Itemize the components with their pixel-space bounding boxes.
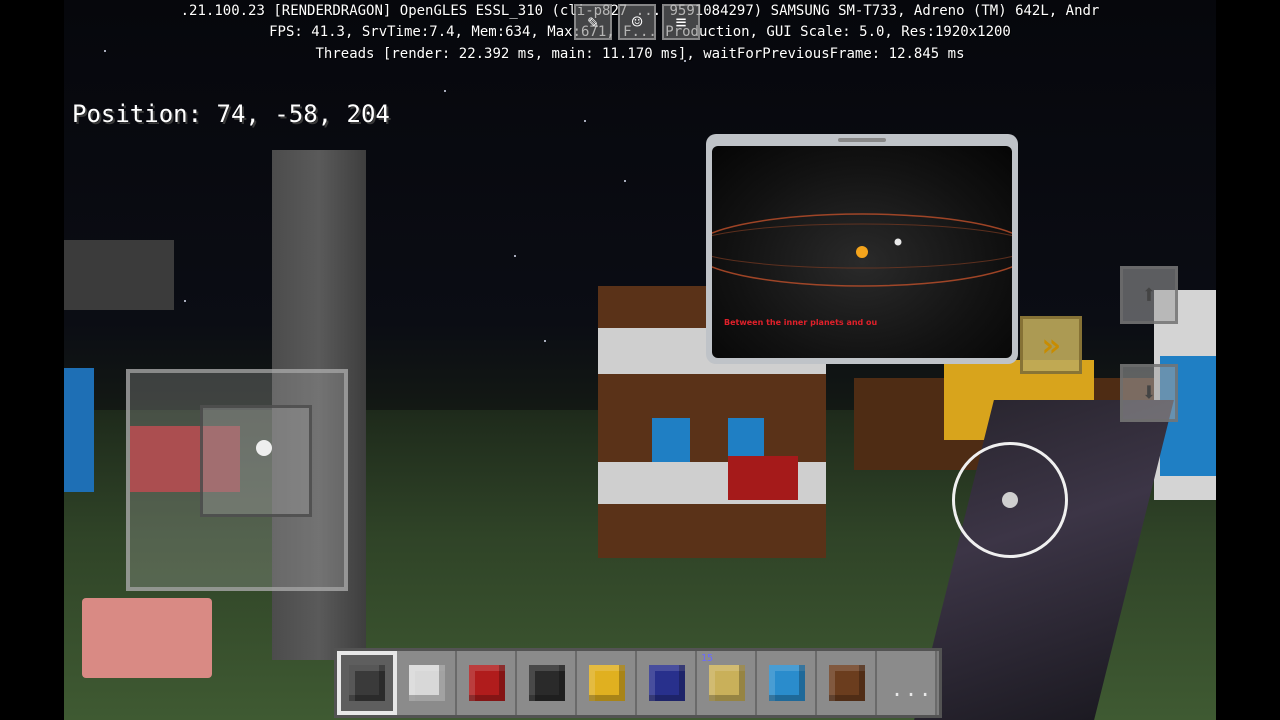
game-frame: .21.100.23 [RENDERDRAGON] OpenGLES ESSL_…	[0, 0, 1280, 720]
position-readout: Position: 74, -58, 204	[72, 100, 390, 128]
skip-button[interactable]: »	[1020, 316, 1082, 374]
hotbar-slot-4[interactable]	[517, 651, 577, 715]
fly-down-button[interactable]: ⬇	[1120, 364, 1178, 422]
hotbar-more-button[interactable]: ...	[877, 651, 937, 715]
fly-up-icon: ⬆	[1141, 280, 1157, 310]
emote-icon[interactable]: ☺	[618, 4, 656, 40]
skip-icon: »	[1041, 326, 1061, 364]
joystick-knob[interactable]	[200, 405, 312, 517]
blue-wool-icon	[649, 665, 685, 701]
light-blue-wool-icon	[769, 665, 805, 701]
video-drag-handle[interactable]	[838, 138, 886, 142]
hotbar-slot-1[interactable]	[337, 651, 397, 715]
gray-block	[64, 240, 174, 310]
hotbar-slot-2[interactable]	[397, 651, 457, 715]
hotbar-slot-3[interactable]	[457, 651, 517, 715]
brown-wool-icon	[829, 665, 865, 701]
item-count: 15	[701, 653, 714, 664]
grappling-hook-icon	[349, 665, 385, 701]
hotbar-slot-5[interactable]	[577, 651, 637, 715]
joystick-center-dot	[256, 440, 272, 456]
white-wool-icon	[409, 665, 445, 701]
pause-menu-icon[interactable]: ≡	[662, 4, 700, 40]
fly-up-button[interactable]: ⬆	[1120, 266, 1178, 324]
fly-down-icon: ⬇	[1141, 378, 1157, 408]
top-controls: ✎ ☺ ≡	[574, 4, 700, 40]
hotbar: 15 ...	[334, 648, 942, 718]
crosshair-dot	[1002, 492, 1018, 508]
more-label: ...	[891, 677, 934, 701]
yellow-wool-icon	[589, 665, 625, 701]
blue-block-left	[64, 368, 94, 492]
hotbar-slot-6[interactable]	[637, 651, 697, 715]
video-caption: Between the inner planets and ou	[724, 318, 878, 327]
debug-line-threads: Threads [render: 22.392 ms, main: 11.170…	[315, 46, 965, 62]
chat-icon[interactable]: ✎	[574, 4, 612, 40]
black-wool-icon	[529, 665, 565, 701]
glowstone-icon	[709, 665, 745, 701]
hotbar-slot-7[interactable]: 15	[697, 651, 757, 715]
hotbar-slot-8[interactable]	[757, 651, 817, 715]
hotbar-slot-9[interactable]	[817, 651, 877, 715]
red-wool-icon	[469, 665, 505, 701]
pig	[82, 598, 212, 678]
